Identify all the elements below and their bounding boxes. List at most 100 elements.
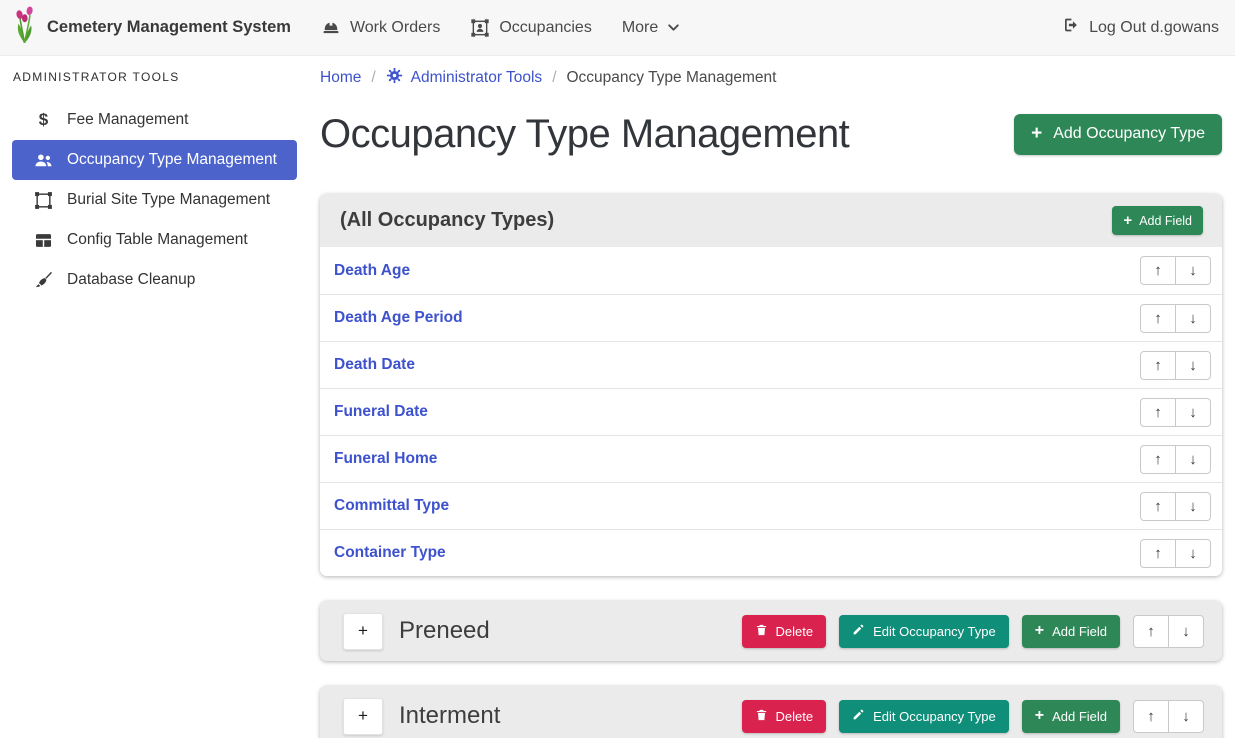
sidebar-item-burial-site-type-management[interactable]: Burial Site Type Management (12, 180, 297, 220)
expand-section-button[interactable]: + (343, 613, 383, 650)
vector-square-icon (31, 191, 56, 210)
breadcrumb-admin-tools-link[interactable]: Administrator Tools (386, 67, 543, 89)
nav-work-orders-label: Work Orders (350, 19, 440, 37)
pencil-icon (852, 623, 865, 639)
sidebar-item-label: Burial Site Type Management (67, 191, 270, 209)
field-link-funeral-date[interactable]: Funeral Date (334, 403, 428, 421)
delete-occupancy-type-button[interactable]: Delete (742, 615, 827, 648)
edit-label: Edit Occupancy Type (873, 624, 996, 639)
all-occupancy-types-panel: (All Occupancy Types) + Add Field Death … (320, 194, 1222, 576)
logout-link[interactable]: Log Out d.gowans (1062, 16, 1219, 39)
trash-icon (755, 708, 768, 725)
reorder-controls: ↑ ↓ (1140, 492, 1211, 521)
edit-occupancy-type-button[interactable]: Edit Occupancy Type (839, 700, 1009, 733)
dollar-icon: $ (31, 110, 56, 130)
add-field-button[interactable]: + Add Field (1022, 615, 1120, 648)
add-field-label: Add Field (1052, 624, 1107, 639)
sign-out-icon (1062, 16, 1080, 39)
field-row: Container Type ↑ ↓ (320, 529, 1222, 576)
add-occupancy-type-button[interactable]: + Add Occupancy Type (1014, 114, 1222, 155)
add-occupancy-type-label: Add Occupancy Type (1053, 125, 1205, 143)
breadcrumb-separator: / (371, 69, 375, 87)
nav-work-orders[interactable]: Work Orders (321, 18, 440, 38)
move-down-button[interactable]: ↓ (1175, 445, 1211, 474)
delete-occupancy-type-button[interactable]: Delete (742, 700, 827, 733)
breadcrumb-separator: / (552, 69, 556, 87)
sidebar-item-fee-management[interactable]: $ Fee Management (12, 100, 297, 140)
move-down-button[interactable]: ↓ (1175, 351, 1211, 380)
plus-icon: + (1035, 622, 1044, 640)
gear-icon (386, 67, 403, 89)
title-row: Occupancy Type Management + Add Occupanc… (320, 105, 1222, 163)
pencil-icon (852, 708, 865, 724)
chevron-down-icon (667, 21, 680, 34)
sidebar-item-config-table-management[interactable]: Config Table Management (12, 220, 297, 260)
brand[interactable]: Cemetery Management System (12, 5, 291, 50)
breadcrumb-home-link[interactable]: Home (320, 69, 361, 87)
sidebar-heading: ADMINISTRATOR TOOLS (13, 70, 297, 84)
add-field-button[interactable]: + Add Field (1022, 700, 1120, 733)
move-up-button[interactable]: ↑ (1133, 700, 1169, 733)
field-link-death-age[interactable]: Death Age (334, 262, 410, 280)
move-down-button[interactable]: ↓ (1168, 700, 1204, 733)
move-up-button[interactable]: ↑ (1140, 304, 1176, 333)
panel-title: (All Occupancy Types) (340, 209, 554, 232)
add-field-button[interactable]: + Add Field (1112, 206, 1203, 235)
edit-occupancy-type-button[interactable]: Edit Occupancy Type (839, 615, 1009, 648)
sidebar-item-label: Fee Management (67, 111, 189, 129)
sidebar-item-database-cleanup[interactable]: Database Cleanup (12, 260, 297, 300)
breadcrumb-current: Occupancy Type Management (567, 69, 777, 87)
breadcrumb: Home / (320, 64, 1222, 89)
table-icon (31, 231, 56, 250)
field-link-container-type[interactable]: Container Type (334, 544, 446, 562)
reorder-controls: ↑ ↓ (1140, 256, 1211, 285)
top-navbar: Cemetery Management System Work Orders O… (0, 0, 1235, 56)
sidebar: ADMINISTRATOR TOOLS $ Fee Management Occ… (0, 56, 310, 738)
panel-header: (All Occupancy Types) + Add Field (320, 194, 1222, 247)
page-title: Occupancy Type Management (320, 112, 849, 157)
field-link-death-age-period[interactable]: Death Age Period (334, 309, 463, 327)
field-row: Committal Type ↑ ↓ (320, 482, 1222, 529)
field-link-death-date[interactable]: Death Date (334, 356, 415, 374)
occupancies-icon (470, 18, 490, 38)
section-actions: Delete Edit Occupancy Type + Add Field ↑… (742, 615, 1204, 648)
move-up-button[interactable]: ↑ (1140, 351, 1176, 380)
move-up-button[interactable]: ↑ (1140, 445, 1176, 474)
reorder-controls: ↑ ↓ (1133, 615, 1204, 648)
app-title: Cemetery Management System (47, 18, 291, 37)
delete-label: Delete (776, 624, 814, 639)
nav-more-label: More (622, 19, 658, 37)
field-link-committal-type[interactable]: Committal Type (334, 497, 449, 515)
section-bar-preneed: + Preneed Delete Edit Occupancy Type + (320, 601, 1222, 661)
move-up-button[interactable]: ↑ (1140, 492, 1176, 521)
trash-icon (755, 623, 768, 640)
move-down-button[interactable]: ↓ (1175, 304, 1211, 333)
edit-label: Edit Occupancy Type (873, 709, 996, 724)
sidebar-item-label: Database Cleanup (67, 271, 195, 289)
move-up-button[interactable]: ↑ (1140, 256, 1176, 285)
move-up-button[interactable]: ↑ (1133, 615, 1169, 648)
plus-icon: + (1123, 212, 1132, 229)
hard-hat-icon (321, 18, 341, 38)
nav-more-dropdown[interactable]: More (622, 19, 680, 37)
reorder-controls: ↑ ↓ (1140, 351, 1211, 380)
expand-section-button[interactable]: + (343, 698, 383, 735)
move-down-button[interactable]: ↓ (1175, 492, 1211, 521)
move-down-button[interactable]: ↓ (1168, 615, 1204, 648)
sidebar-item-occupancy-type-management[interactable]: Occupancy Type Management (12, 140, 297, 180)
field-link-funeral-home[interactable]: Funeral Home (334, 450, 437, 468)
sidebar-item-label: Config Table Management (67, 231, 248, 249)
move-down-button[interactable]: ↓ (1175, 398, 1211, 427)
logout-label: Log Out d.gowans (1089, 19, 1219, 37)
move-up-button[interactable]: ↑ (1140, 539, 1176, 568)
move-down-button[interactable]: ↓ (1175, 256, 1211, 285)
section-actions: Delete Edit Occupancy Type + Add Field ↑… (742, 700, 1204, 733)
move-down-button[interactable]: ↓ (1175, 539, 1211, 568)
nav-occupancies[interactable]: Occupancies (470, 18, 592, 38)
section-bar-interment: + Interment Delete Edit Occupancy Type + (320, 686, 1222, 738)
reorder-controls: ↑ ↓ (1140, 304, 1211, 333)
move-up-button[interactable]: ↑ (1140, 398, 1176, 427)
breadcrumb-admin-tools-label: Administrator Tools (411, 69, 543, 87)
plus-icon: + (1035, 707, 1044, 725)
plus-icon: + (1031, 123, 1042, 145)
